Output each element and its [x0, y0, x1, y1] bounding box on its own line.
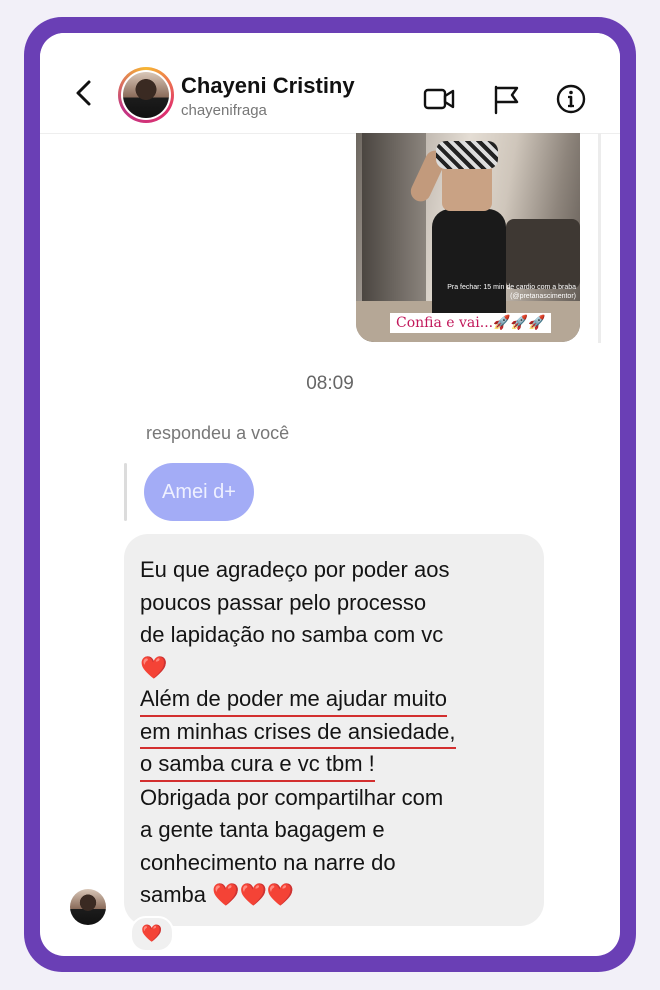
message-line-underlined: em minhas crises de ansiedade,	[140, 717, 456, 749]
dm-screen: Chayeni Cristiny chayenifraga Pra fechar…	[40, 33, 620, 956]
message-bubble[interactable]: Eu que agradeço por poder aos poucos pas…	[124, 534, 544, 926]
heart-reaction-icon[interactable]: ❤️	[130, 916, 174, 952]
reply-quote-bar	[124, 463, 127, 521]
message-line-underlined: Além de poder me ajudar muito	[140, 684, 447, 717]
info-icon[interactable]	[554, 83, 588, 115]
avatar[interactable]	[118, 67, 174, 123]
message-line: poucos passar pelo processo	[140, 589, 427, 615]
sender-avatar[interactable]	[70, 889, 106, 925]
video-call-icon[interactable]	[422, 83, 456, 115]
message-line: conhecimento na narre do	[140, 849, 396, 875]
message-line: samba ❤️❤️❤️	[140, 882, 295, 907]
back-icon[interactable]	[72, 79, 96, 107]
message-timestamp: 08:09	[306, 373, 354, 394]
flag-icon[interactable]	[490, 83, 524, 115]
quoted-message[interactable]: Amei d+	[144, 463, 254, 521]
contact-username[interactable]: chayenifraga	[181, 102, 267, 119]
message-line: Obrigada por compartilhar com	[140, 784, 444, 810]
story-small-text: Pra fechar: 15 min de cardio com a braba…	[447, 284, 576, 300]
shared-story-image[interactable]: Pra fechar: 15 min de cardio com a braba…	[356, 133, 580, 342]
message-line: de lapidação no samba com vc	[140, 622, 444, 647]
message-line-underlined: o samba cura e vc tbm !	[140, 749, 375, 782]
reply-label: respondeu a você	[146, 423, 290, 443]
story-caption: Confia e vai...🚀🚀🚀	[390, 313, 552, 333]
message-line: ❤️	[140, 654, 168, 680]
message-line: a gente tanta bagagem e	[140, 817, 385, 842]
phone-frame: Chayeni Cristiny chayenifraga Pra fechar…	[24, 17, 636, 972]
contact-name[interactable]: Chayeni Cristiny	[181, 73, 355, 99]
message-line: Eu que agradeço por poder aos	[140, 557, 450, 582]
chat-header: Chayeni Cristiny chayenifraga	[40, 33, 620, 134]
scrollbar[interactable]	[598, 133, 601, 343]
